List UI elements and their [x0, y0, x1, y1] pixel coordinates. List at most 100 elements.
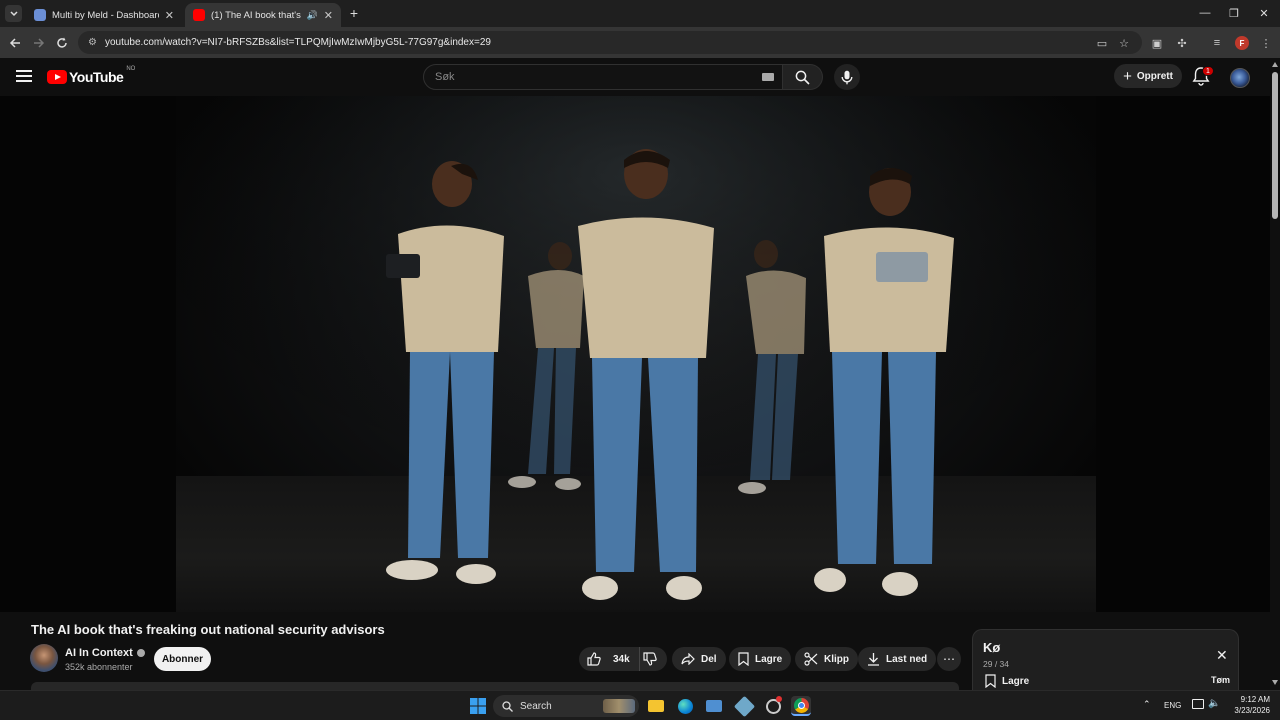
country-code: NO — [126, 66, 136, 72]
subscriber-count: 352k abonnenter — [65, 662, 133, 672]
video-scene-illustration — [176, 96, 1096, 612]
scissors-icon — [804, 652, 818, 666]
minimize-icon[interactable]: — — [1190, 4, 1220, 22]
forward-button[interactable] — [29, 33, 49, 53]
thumbs-up-icon — [587, 652, 601, 666]
chrome-icon[interactable] — [791, 696, 811, 716]
search-button[interactable] — [783, 64, 823, 90]
restore-icon[interactable]: ❐ — [1219, 4, 1249, 22]
media-control-icon[interactable]: ≡ — [1208, 34, 1226, 52]
install-app-icon[interactable]: ▭ — [1093, 34, 1111, 52]
reload-button[interactable] — [52, 33, 72, 53]
video-player[interactable] — [0, 96, 1270, 612]
extension-icon[interactable]: ▣ — [1148, 34, 1166, 52]
video-title: The AI book that's freaking out national… — [31, 622, 385, 637]
search-placeholder: Søk — [435, 71, 455, 83]
close-queue-icon[interactable]: ✕ — [1216, 647, 1228, 664]
bookmark-icon — [738, 652, 749, 666]
windows-start-icon[interactable] — [468, 696, 488, 716]
scroll-down-icon[interactable] — [1272, 680, 1278, 685]
arrow-right-icon — [34, 38, 45, 48]
close-tab-icon[interactable]: ✕ — [324, 9, 333, 22]
channel-name-link[interactable]: AI In Context — [65, 647, 145, 659]
share-label: Del — [701, 653, 717, 665]
dislike-button[interactable] — [640, 647, 667, 671]
scrollbar-thumb[interactable] — [1272, 72, 1278, 219]
meld-favicon-icon — [34, 9, 46, 21]
channel-avatar[interactable] — [30, 644, 58, 672]
site-info-icon[interactable]: ⚙ — [88, 37, 97, 48]
bookmark-star-icon[interactable]: ☆ — [1115, 34, 1133, 52]
channel-name: AI In Context — [65, 647, 133, 659]
profile-avatar[interactable]: F — [1233, 34, 1251, 52]
windows-taskbar: Search ⌃ ENG 🔈 9:12 AM 3/23/2026 — [0, 690, 1280, 720]
bookmark-icon — [985, 674, 996, 688]
queue-clear-button[interactable]: Tøm — [1211, 675, 1230, 685]
youtube-header: YouTube NO Søk + Opprett 1 — [0, 58, 1270, 96]
browser-tab-strip: Multi by Meld - Dashboard. ✕ (1) The AI … — [0, 0, 1280, 27]
queue-save-button[interactable]: Lagre — [985, 674, 1029, 688]
description-box[interactable] — [31, 682, 959, 690]
taskbar-search-label: Search — [520, 700, 552, 712]
video-frame[interactable] — [176, 96, 1096, 612]
address-bar[interactable]: ⚙ youtube.com/watch?v=NI7-bRFSZBs&list=T… — [78, 31, 1142, 54]
like-button[interactable]: 34k — [579, 647, 640, 671]
tab-title: (1) The AI book that's freaki — [211, 9, 303, 21]
notification-count-badge: 1 — [1202, 66, 1214, 76]
remote-desktop-icon[interactable] — [704, 696, 724, 716]
download-button[interactable]: Last ned — [858, 647, 937, 671]
edge-browser-icon[interactable] — [675, 696, 695, 716]
download-icon — [868, 653, 879, 666]
chevron-down-icon — [9, 10, 18, 16]
extensions-puzzle-icon[interactable]: ✣ — [1173, 34, 1191, 52]
microphone-icon — [841, 70, 853, 84]
search-highlight-image — [603, 699, 635, 713]
browser-menu-icon[interactable]: ⋮ — [1257, 34, 1275, 52]
tab-list-dropdown-button[interactable] — [5, 5, 22, 22]
create-label: Opprett — [1136, 70, 1173, 82]
page-scrollbar[interactable] — [1270, 58, 1280, 688]
new-tab-button[interactable]: + — [346, 5, 362, 21]
arrow-left-icon — [9, 38, 20, 48]
clip-button[interactable]: Klipp — [795, 647, 858, 671]
input-language[interactable]: ENG — [1164, 701, 1181, 710]
windows-logo-icon — [470, 698, 486, 714]
keyboard-icon[interactable] — [762, 73, 774, 81]
create-button[interactable]: + Opprett — [1114, 64, 1182, 88]
clip-label: Klipp — [824, 653, 849, 665]
share-icon — [681, 653, 695, 665]
more-actions-button[interactable]: ⋯ — [937, 647, 961, 671]
close-window-icon[interactable]: ✕ — [1249, 4, 1279, 22]
search-icon — [502, 700, 513, 712]
network-icon[interactable] — [1192, 699, 1204, 709]
account-avatar[interactable] — [1230, 68, 1250, 88]
speaker-icon[interactable]: 🔊 — [307, 10, 318, 21]
snipping-tool-icon[interactable] — [733, 695, 755, 717]
share-button[interactable]: Del — [672, 647, 726, 671]
volume-icon[interactable]: 🔈 — [1208, 698, 1220, 709]
youtube-play-icon — [47, 70, 67, 84]
scroll-up-icon[interactable] — [1272, 62, 1278, 67]
tray-overflow-icon[interactable]: ⌃ — [1143, 699, 1151, 710]
subscribe-button[interactable]: Abonner — [154, 647, 211, 671]
close-tab-icon[interactable]: ✕ — [165, 9, 174, 22]
hamburger-menu-icon[interactable] — [16, 70, 32, 82]
queue-position: 29 / 34 — [983, 659, 1009, 669]
browser-tab-youtube[interactable]: (1) The AI book that's freaki 🔊 ✕ — [185, 3, 341, 27]
file-explorer-icon[interactable] — [646, 696, 666, 716]
app-with-badge-icon[interactable] — [763, 696, 783, 716]
search-input[interactable]: Søk — [423, 64, 783, 90]
clock[interactable]: 9:12 AM 3/23/2026 — [1226, 694, 1270, 716]
like-count: 34k — [613, 653, 630, 665]
browser-tab-meld[interactable]: Multi by Meld - Dashboard. ✕ — [26, 3, 182, 27]
save-button[interactable]: Lagre — [729, 647, 792, 671]
taskbar-search[interactable]: Search — [493, 695, 639, 717]
queue-panel: Kø 29 / 34 ✕ Lagre Tøm — [972, 629, 1239, 690]
voice-search-button[interactable] — [834, 64, 860, 90]
like-dislike-group: 34k — [579, 647, 667, 671]
plus-icon: + — [1123, 67, 1132, 85]
profile-initial: F — [1235, 36, 1249, 50]
youtube-logo[interactable]: YouTube NO — [47, 66, 136, 86]
tab-title: Multi by Meld - Dashboard. — [52, 9, 159, 21]
back-button[interactable] — [5, 33, 25, 53]
